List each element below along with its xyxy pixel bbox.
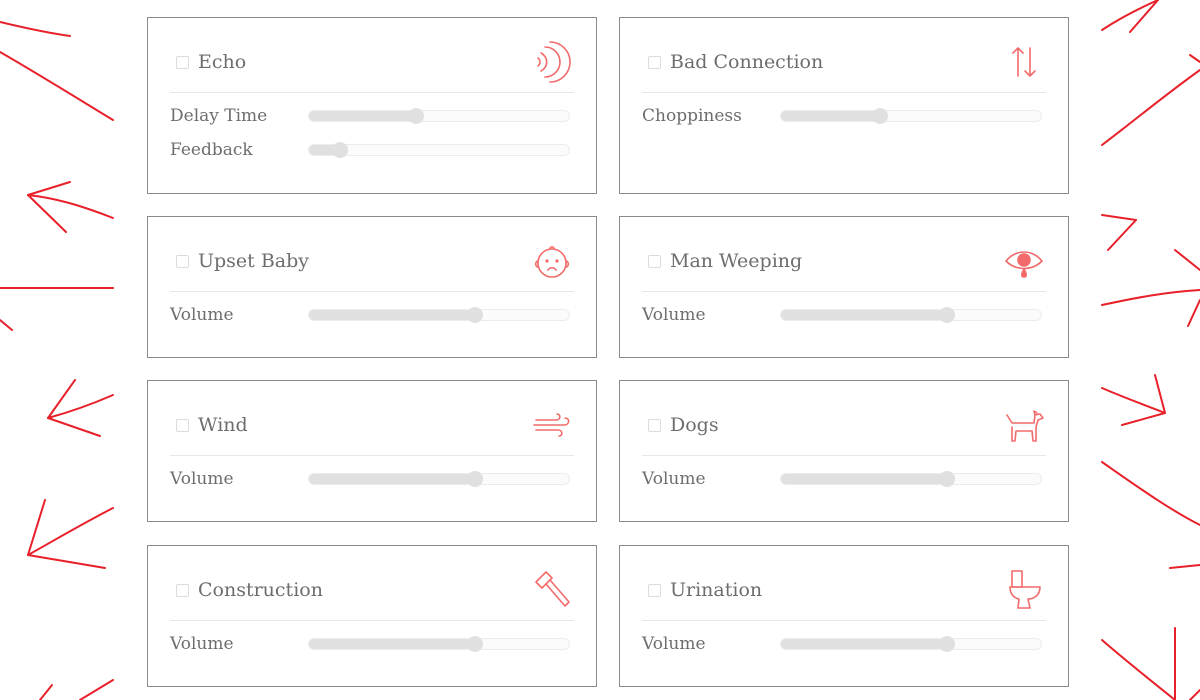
volume-slider[interactable] [780,636,1042,652]
control-row: Volume [170,632,570,654]
control-label: Volume [642,305,706,325]
echo-icon [532,40,572,84]
enable-checkbox[interactable] [648,56,661,69]
card-header: Upset Baby [170,217,574,292]
slider-fill [781,639,948,649]
volume-slider[interactable] [308,471,570,487]
control-row: Choppiness [642,104,1042,126]
dog-icon [1004,403,1044,447]
baby-face-icon [532,239,572,283]
up-down-arrows-icon [1004,40,1044,84]
card-header: Man Weeping [642,217,1046,292]
control-row: Volume [642,303,1042,325]
control-row: Volume [170,467,570,489]
enable-checkbox[interactable] [176,584,189,597]
card-header: Bad Connection [642,18,1046,93]
slider-thumb[interactable] [467,307,484,323]
card-title: Bad Connection [670,51,824,73]
slider-fill [309,474,476,484]
control-label: Volume [170,634,234,654]
card-title: Upset Baby [198,250,310,272]
slider-thumb[interactable] [467,636,484,652]
slider-thumb[interactable] [467,471,484,487]
control-label: Volume [170,305,234,325]
volume-slider[interactable] [308,307,570,323]
card-title: Man Weeping [670,250,803,272]
slider-fill [781,474,948,484]
effect-card-wind: Wind Volume [147,380,597,522]
control-label: Volume [642,469,706,489]
enable-checkbox[interactable] [176,419,189,432]
slider-thumb[interactable] [871,108,888,124]
enable-checkbox[interactable] [648,584,661,597]
volume-slider[interactable] [780,471,1042,487]
card-header: Construction [170,546,574,621]
slider-thumb[interactable] [939,307,956,323]
control-row: Volume [642,632,1042,654]
slider-thumb[interactable] [332,142,349,158]
slider-fill [309,310,476,320]
card-header: Urination [642,546,1046,621]
enable-checkbox[interactable] [176,56,189,69]
enable-checkbox[interactable] [648,419,661,432]
card-title: Echo [198,51,247,73]
slider-fill [309,639,476,649]
slider-thumb[interactable] [939,471,956,487]
control-label: Volume [642,634,706,654]
toilet-icon [1004,568,1044,612]
hammer-icon [532,568,572,612]
wind-icon [532,403,572,447]
control-row: Delay Time [170,104,570,126]
slider-fill [781,111,880,121]
volume-slider[interactable] [308,636,570,652]
enable-checkbox[interactable] [176,255,189,268]
control-label: Choppiness [642,106,742,126]
choppiness-slider[interactable] [780,108,1042,124]
effect-card-bad-connection: Bad Connection Choppiness [619,17,1069,194]
control-row: Feedback [170,138,570,160]
card-title: Urination [670,579,763,601]
feedback-slider[interactable] [308,142,570,158]
volume-slider[interactable] [780,307,1042,323]
delay-time-slider[interactable] [308,108,570,124]
effect-card-man-weeping: Man Weeping Volume [619,216,1069,358]
slider-thumb[interactable] [407,108,424,124]
effect-card-upset-baby: Upset Baby Volume [147,216,597,358]
slider-fill [781,310,948,320]
control-row: Volume [642,467,1042,489]
card-header: Echo [170,18,574,93]
control-row: Volume [170,303,570,325]
card-header: Wind [170,381,574,456]
slider-thumb[interactable] [939,636,956,652]
enable-checkbox[interactable] [648,255,661,268]
card-header: Dogs [642,381,1046,456]
control-label: Delay Time [170,106,268,126]
control-label: Volume [170,469,234,489]
control-label: Feedback [170,140,253,160]
effect-card-echo: Echo Delay Time Feedback [147,17,597,194]
effect-card-dogs: Dogs Volume [619,380,1069,522]
weeping-eye-icon [1004,239,1044,283]
effect-card-urination: Urination Volume [619,545,1069,687]
card-title: Wind [198,414,248,436]
card-title: Construction [198,579,323,601]
effect-card-construction: Construction Volume [147,545,597,687]
slider-fill [309,111,416,121]
card-title: Dogs [670,414,719,436]
